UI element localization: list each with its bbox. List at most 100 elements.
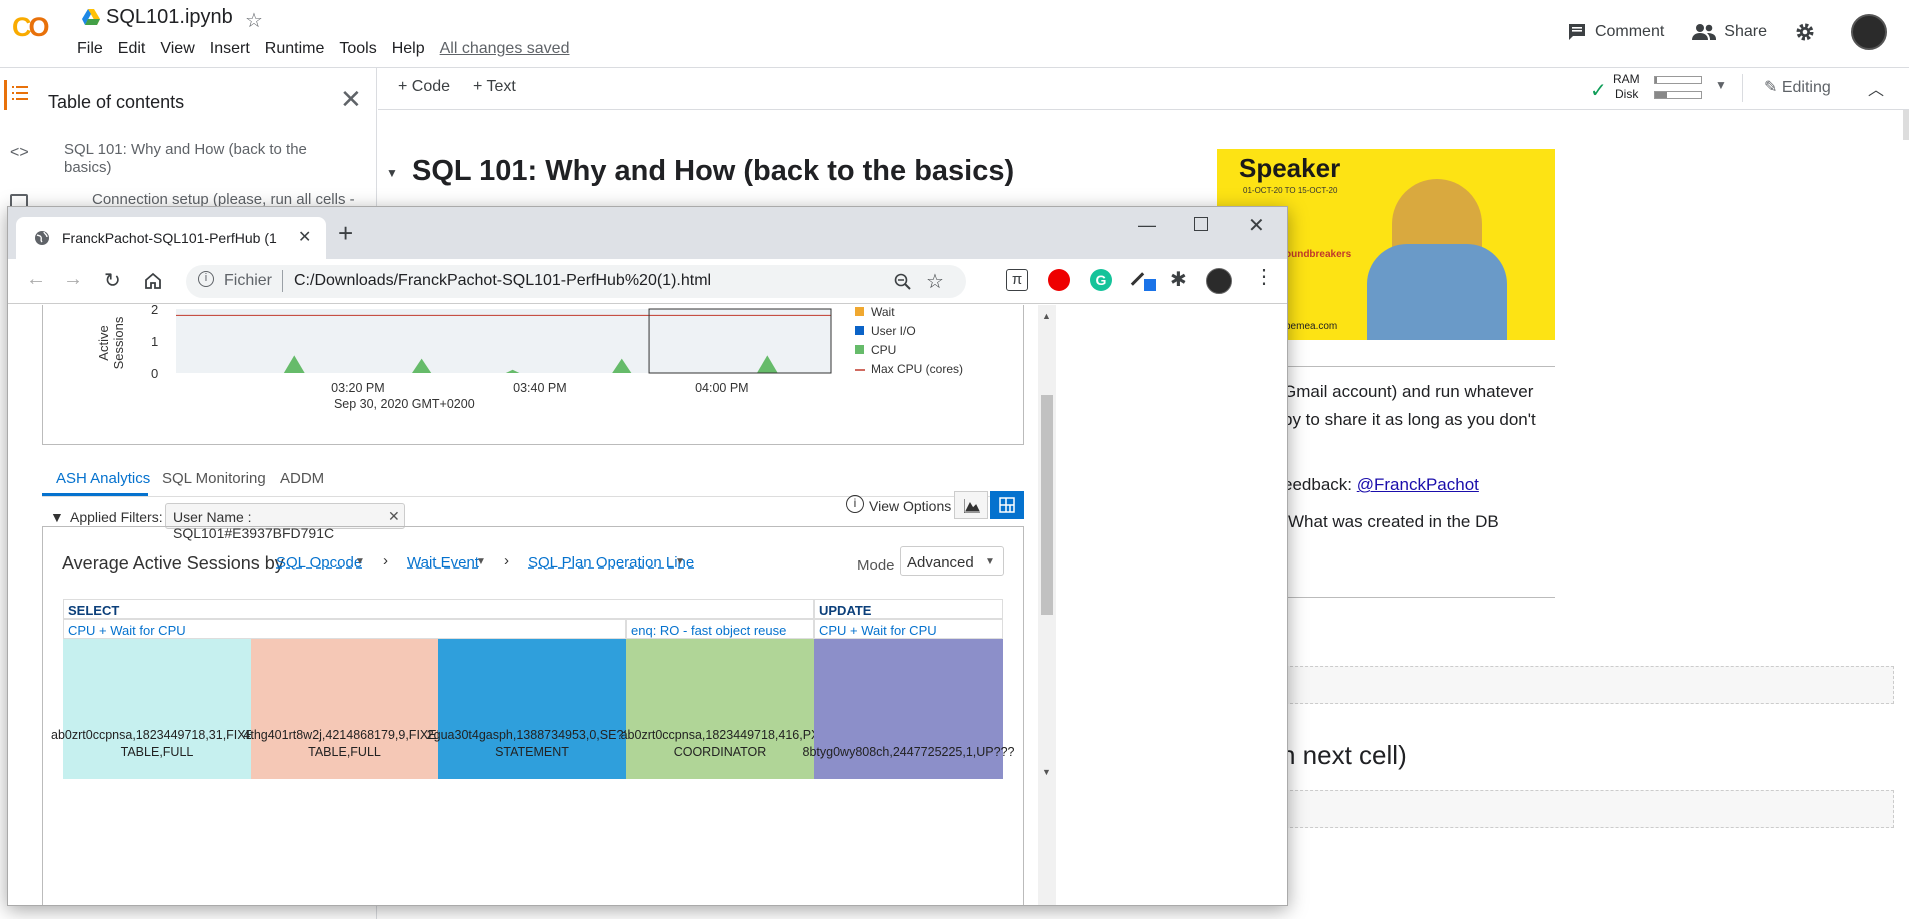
ram-bar [1654,76,1702,84]
share-button[interactable]: Share [1692,23,1767,41]
treemap-tile[interactable]: ab0zrt0ccpnsa,1823449718,31,FIXED TABLE,F… [51,639,263,779]
y-tick-label: 0 [151,366,158,381]
remove-filter-icon[interactable]: ✕ [388,508,400,525]
menu-runtime[interactable]: Runtime [265,40,325,58]
close-window-icon[interactable]: ✕ [1248,213,1265,238]
subgroup-header[interactable]: CPU + Wait for CPU [814,619,1003,639]
kebab-menu-icon[interactable]: ⋮ [1254,267,1274,287]
save-status[interactable]: All changes saved [440,40,570,58]
dropdown-icon[interactable]: ▼ [675,556,685,567]
menu-help[interactable]: Help [392,40,425,58]
subgroup-header[interactable]: CPU + Wait for CPU [63,619,626,639]
info-icon[interactable]: i [198,271,214,287]
page-scrollbar[interactable] [1903,110,1909,140]
add-code-button[interactable]: + Code [398,78,450,96]
group-header-update[interactable]: UPDATE [814,599,1003,619]
tabs-divider [42,496,1024,497]
menu-edit[interactable]: Edit [118,40,146,58]
url-text: C:/Downloads/FranckPachot-SQL101-PerfHub… [294,272,712,289]
legend-label: CPU [871,343,896,357]
dim-plan-line[interactable]: SQL Plan Operation Line [528,554,694,571]
scroll-up-icon[interactable]: ▲ [1042,311,1051,321]
url-protocol: Fichier [224,272,273,289]
treemap-tile[interactable]: 8btyg0wy808ch,2447725225,1,UP??? [803,639,1015,779]
subgroup-header[interactable]: enq: RO - fast object reuse [626,619,814,639]
dropdown-icon[interactable]: ▼ [355,556,365,567]
google-drive-icon [82,9,100,25]
scrollbar[interactable]: ▲ ▼ [1038,305,1056,905]
reload-icon[interactable]: ↻ [104,268,121,293]
close-tab-icon[interactable]: ✕ [298,227,311,247]
toc-title: Table of contents [48,92,185,112]
tab-addm[interactable]: ADDM [280,470,324,487]
close-icon[interactable]: ✕ [340,84,362,115]
chevron-down-icon[interactable]: ▼ [1715,78,1727,92]
add-text-button[interactable]: + Text [473,78,516,96]
mode-select[interactable]: Advanced ▼ [900,546,1004,576]
add-text-label: Text [486,78,516,95]
home-icon[interactable] [144,272,162,289]
chevron-up-icon[interactable]: ︿ [1868,76,1884,100]
dim-wait-event[interactable]: Wait Event [407,554,479,571]
omnibox[interactable]: i Fichier C:/Downloads/FranckPachot-SQL1… [186,265,966,298]
add-code-label: Code [411,78,451,95]
twitter-link[interactable]: @FranckPachot [1357,475,1479,494]
chart-view-toggle[interactable] [954,491,988,519]
menu-file[interactable]: File [77,40,103,58]
grammarly-icon[interactable]: G [1090,269,1112,291]
adblock-extension-icon[interactable] [1048,269,1070,291]
menu-tools[interactable]: Tools [339,40,376,58]
minimize-icon[interactable]: — [1138,215,1156,236]
view-options-button[interactable]: View Options [869,498,951,514]
toc-icon[interactable] [12,86,28,100]
code-cell[interactable] [1280,790,1894,828]
editing-button[interactable]: ✎ Editing [1764,77,1831,97]
menu-view[interactable]: View [160,40,194,58]
menu-insert[interactable]: Insert [210,40,250,58]
divider [1280,597,1555,598]
treemap-tile[interactable]: ab0zrt0ccpnsa,1823449718,416,PX COORDINAT… [621,639,819,779]
notebook-title[interactable]: SQL101.ipynb [106,6,233,29]
settings-button[interactable] [1795,22,1823,42]
section-heading: n next cell) [1281,740,1407,770]
scrollbar-thumb[interactable] [1041,395,1053,615]
treemap-tile[interactable]: 2gua30t4gasph,1388734953,0,SE??? STATEMEN… [427,639,637,779]
paragraph: by to share it as long as you don't [1283,410,1536,429]
menu-bar: File Edit View Insert Runtime Tools Help… [77,40,584,58]
info-icon[interactable]: i [846,495,864,513]
puzzle-icon[interactable]: ✱ [1170,267,1187,292]
profile-avatar[interactable] [1206,268,1232,294]
bookmark-star-icon[interactable]: ☆ [926,269,944,294]
resources-indicator[interactable]: RAM Disk [1613,72,1640,102]
group-header-select[interactable]: SELECT [63,599,814,619]
new-tab-icon[interactable]: + [338,220,353,246]
collapse-arrow-icon[interactable]: ▼ [386,166,398,180]
star-icon[interactable]: ☆ [245,8,263,33]
avatar[interactable] [1851,14,1887,50]
toc-item[interactable]: SQL 101: Why and How (back to the [64,141,307,159]
y-axis-label-part: Active [96,325,111,360]
dim-sql-opcode[interactable]: SQL Opcode [276,554,362,571]
y-tick-label: 2 [151,305,158,317]
tile-line1: 8btyg0wy808ch,2447725225,1,UP??? [802,745,1015,759]
tab-ash-analytics[interactable]: ASH Analytics [56,470,150,487]
tab-sql-monitoring[interactable]: SQL Monitoring [162,470,266,487]
tile-line1: ab0zrt0ccpnsa,1823449718,31,FIXED [51,728,263,742]
comment-button[interactable]: Comment [1567,22,1664,42]
maximize-icon[interactable] [1194,217,1208,231]
code-snippets-icon[interactable]: <> [10,144,29,162]
code-cell[interactable] [1280,666,1894,704]
colab-logo[interactable]: CO [12,12,58,42]
browser-tab[interactable]: FranckPachot-SQL101-PerfHub (1 ✕ [16,217,326,259]
treemap-tile[interactable]: 4thg401rt8w2j,4214868179,9,FIXED TABLE,FU… [243,639,446,779]
toc-item-cont[interactable]: basics) [64,159,112,177]
chevron-down-icon: ▼ [985,556,995,567]
treemap-view-toggle[interactable] [990,491,1024,519]
forward-icon[interactable]: → [63,268,83,291]
pi-extension-icon[interactable]: π [1006,269,1028,291]
pen-extension-icon[interactable] [1130,269,1156,291]
scroll-down-icon[interactable]: ▼ [1042,767,1051,777]
zoom-out-icon[interactable] [894,273,912,291]
dropdown-icon[interactable]: ▼ [476,556,486,567]
back-icon[interactable]: ← [26,268,46,291]
